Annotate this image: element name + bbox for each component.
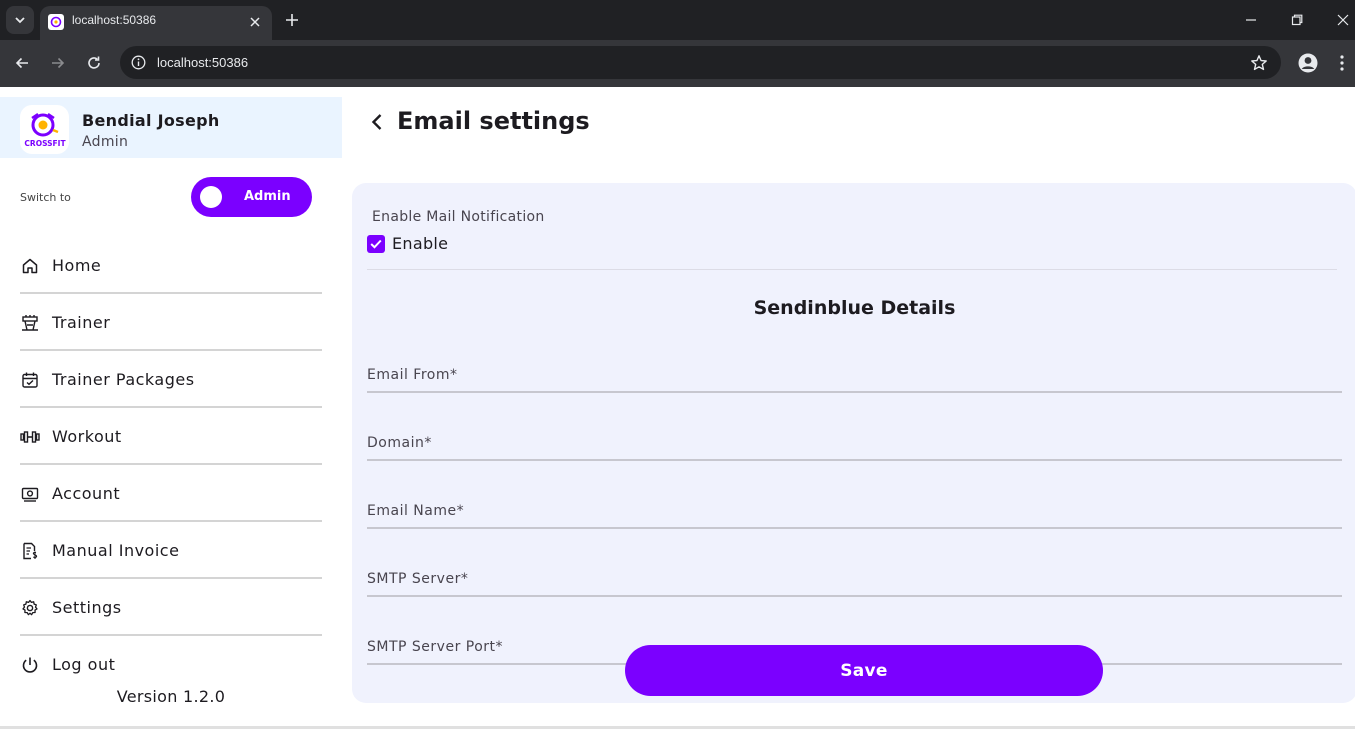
- tab-title: localhost:50386: [72, 13, 157, 27]
- power-icon: [20, 655, 40, 675]
- gear-icon: [20, 598, 40, 618]
- email-from-field[interactable]: Email From*: [367, 343, 1342, 393]
- page-title: Email settings: [397, 107, 590, 135]
- new-tab-button[interactable]: [282, 10, 302, 30]
- home-icon: [20, 256, 40, 276]
- close-icon: [250, 17, 260, 27]
- field-label: SMTP Server Port*: [367, 639, 504, 655]
- bookmark-star-icon[interactable]: [1249, 53, 1269, 73]
- browser-tab-bar: localhost:50386: [0, 0, 1355, 40]
- reload-icon: [88, 56, 100, 69]
- domain-field[interactable]: Domain*: [367, 411, 1342, 461]
- sidebar-item-label: Trainer: [52, 313, 111, 332]
- arrow-right-icon: [52, 57, 65, 69]
- avatar: CROSSFIT: [20, 105, 69, 154]
- save-button[interactable]: Save: [625, 645, 1103, 696]
- browser-tab[interactable]: localhost:50386: [40, 6, 272, 40]
- sidebar-item-label: Account: [52, 484, 121, 503]
- invoice-icon: [20, 541, 40, 561]
- sidebar-item-workout[interactable]: Workout: [20, 408, 322, 465]
- address-bar[interactable]: localhost:50386: [120, 46, 1281, 79]
- sidebar-item-label: Workout: [52, 427, 122, 446]
- smtp-server-field[interactable]: SMTP Server*: [367, 547, 1342, 597]
- restore-icon: [1291, 14, 1303, 26]
- url-text[interactable]: localhost:50386: [157, 55, 248, 70]
- sidebar: CROSSFIT Bendial Joseph Admin Switch to …: [0, 87, 342, 729]
- minimize-button[interactable]: [1241, 10, 1261, 30]
- favicon-icon: [48, 14, 64, 30]
- reload-button[interactable]: [83, 52, 105, 74]
- back-nav-button[interactable]: [11, 52, 33, 74]
- avatar-logo-text: CROSSFIT: [24, 139, 66, 148]
- arrow-left-icon: [15, 57, 28, 69]
- section-title: Sendinblue Details: [753, 297, 956, 319]
- chevron-left-icon: [371, 114, 382, 130]
- sidebar-nav: Home Trainer Trainer Packages Workout Ac…: [20, 237, 322, 693]
- more-vertical-icon: [1340, 55, 1344, 71]
- close-icon: [1337, 14, 1349, 26]
- enable-checkbox-label[interactable]: Enable: [392, 234, 448, 253]
- chevron-down-icon: [15, 17, 25, 24]
- tab-search-button[interactable]: [6, 6, 34, 34]
- enable-checkbox[interactable]: [367, 235, 385, 253]
- calendar-check-icon: [20, 370, 40, 390]
- tab-close-button[interactable]: [246, 13, 264, 31]
- sidebar-item-account[interactable]: Account: [20, 465, 322, 522]
- role-switch-toggle[interactable]: Admin: [191, 177, 312, 217]
- forward-nav-button[interactable]: [47, 52, 69, 74]
- field-label: Email From*: [367, 367, 458, 383]
- toggle-knob: [200, 186, 222, 208]
- field-label: Email Name*: [367, 503, 465, 519]
- sidebar-item-label: Home: [52, 256, 102, 275]
- restore-button[interactable]: [1287, 10, 1307, 30]
- toggle-value: Admin: [244, 189, 291, 204]
- sidebar-item-label: Settings: [52, 598, 122, 617]
- field-label: SMTP Server*: [367, 571, 469, 587]
- sidebar-item-label: Trainer Packages: [52, 370, 195, 389]
- sidebar-item-home[interactable]: Home: [20, 237, 322, 294]
- field-label: Domain*: [367, 435, 432, 451]
- version-text: Version 1.2.0: [116, 687, 226, 706]
- back-button[interactable]: [366, 111, 388, 133]
- sidebar-item-manual-invoice[interactable]: Manual Invoice: [20, 522, 322, 579]
- switch-label: Switch to: [20, 191, 71, 204]
- trainer-icon: [20, 313, 40, 333]
- site-info-icon[interactable]: [130, 54, 147, 71]
- mail-notification-label: Enable Mail Notification: [372, 209, 545, 225]
- email-name-field[interactable]: Email Name*: [367, 479, 1342, 529]
- profile-button[interactable]: [1296, 51, 1320, 75]
- dumbbell-icon: [20, 427, 40, 447]
- user-role: Admin: [82, 134, 129, 150]
- minimize-icon: [1246, 19, 1256, 21]
- browser-toolbar: localhost:50386: [0, 40, 1355, 87]
- sidebar-item-log-out[interactable]: Log out: [20, 636, 322, 693]
- divider: [367, 269, 1337, 270]
- plus-icon: [286, 14, 298, 26]
- sidebar-item-trainer-packages[interactable]: Trainer Packages: [20, 351, 322, 408]
- main-content: Email settings Enable Mail Notification …: [342, 87, 1355, 729]
- sidebar-item-label: Log out: [52, 655, 116, 674]
- user-name: Bendial Joseph: [82, 111, 220, 130]
- user-avatar-icon: [1298, 53, 1318, 73]
- sidebar-item-trainer[interactable]: Trainer: [20, 294, 322, 351]
- close-window-button[interactable]: [1333, 10, 1353, 30]
- profile-card: CROSSFIT Bendial Joseph Admin: [0, 97, 342, 158]
- money-icon: [20, 484, 40, 504]
- sidebar-item-settings[interactable]: Settings: [20, 579, 322, 636]
- email-settings-card: Enable Mail Notification Enable Sendinbl…: [352, 183, 1355, 703]
- sidebar-item-label: Manual Invoice: [52, 541, 180, 560]
- check-icon: [370, 239, 382, 249]
- browser-menu-button[interactable]: [1334, 51, 1350, 75]
